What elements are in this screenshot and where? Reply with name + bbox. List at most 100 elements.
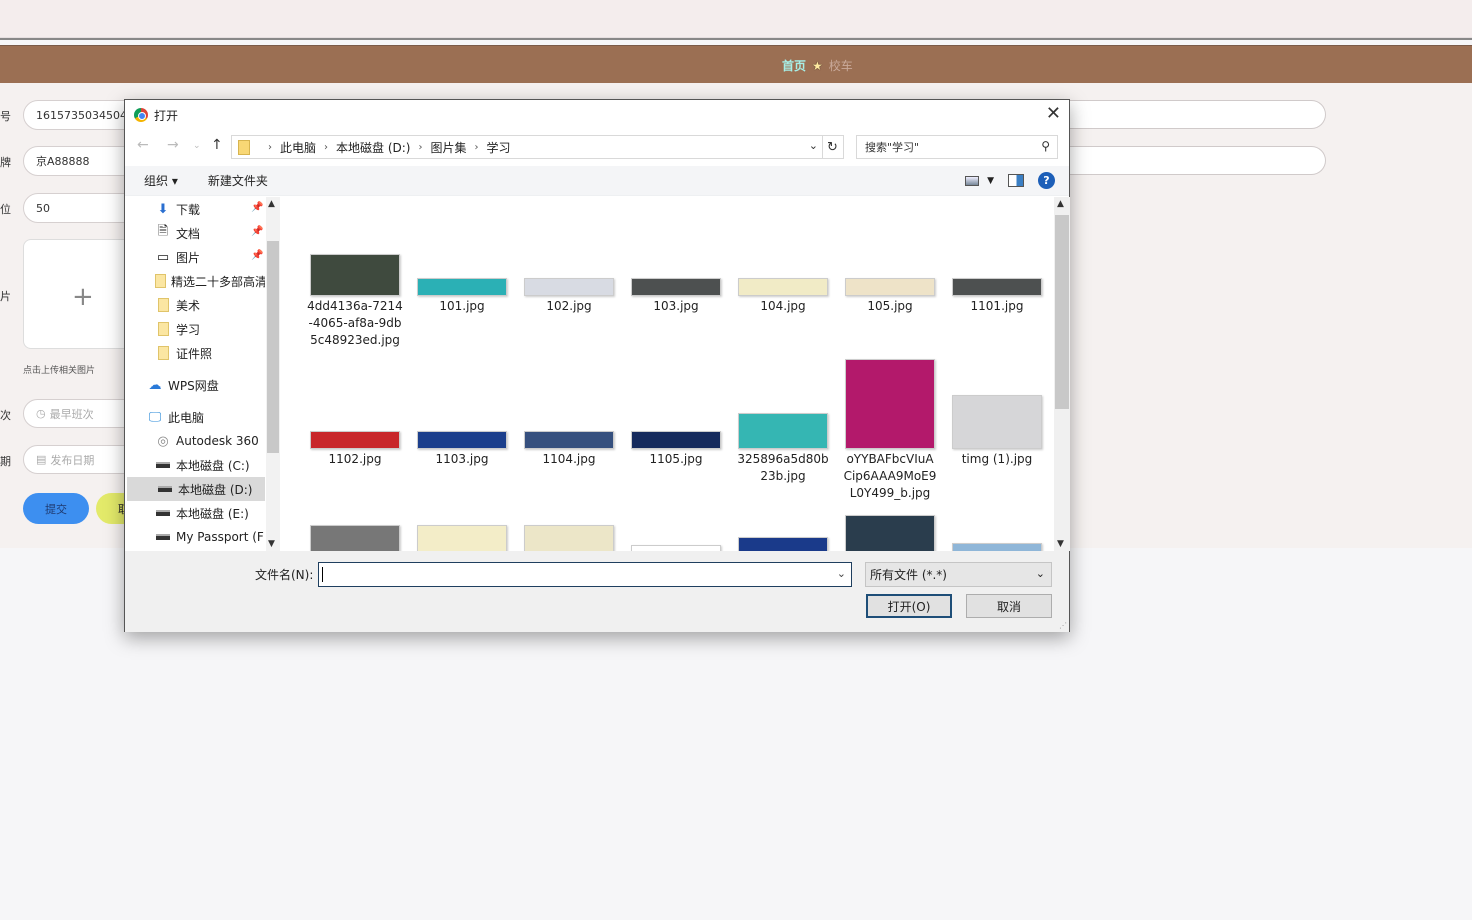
sidebar-item[interactable]: 证件照 (125, 341, 265, 365)
field-label-number: 号 (0, 110, 11, 123)
file-item[interactable]: 103.jpg (622, 278, 730, 315)
file-item[interactable]: 1104.jpg (515, 431, 623, 468)
file-item[interactable]: 105.jpg (836, 278, 944, 315)
file-item[interactable]: 1102.jpg (301, 431, 409, 468)
refresh-icon[interactable]: ↻ (822, 135, 844, 159)
nav-bus-link[interactable]: 校车 (829, 57, 853, 74)
sidebar-item[interactable]: 🖵 此电脑 (125, 405, 265, 429)
chevron-down-icon[interactable]: ⌄ (837, 567, 846, 580)
file-item[interactable]: 1105.jpg (622, 431, 730, 468)
shift-placeholder: 最早班次 (49, 407, 94, 421)
pin-icon[interactable]: 📌 (251, 250, 263, 261)
file-thumbnail (310, 254, 400, 296)
clock-icon: ◷ (36, 407, 46, 420)
view-options-button[interactable]: ▼ (965, 175, 994, 186)
upload-hint: 点击上传相关图片 (23, 366, 96, 376)
sidebar-item[interactable]: ◎ Autodesk 360 (125, 429, 265, 453)
chevron-down-icon[interactable]: ⌄ (809, 139, 818, 152)
file-list-scrollbar[interactable]: ▲ ▼ (1054, 197, 1070, 551)
breadcrumb-item[interactable]: 本地磁盘 (D:) (336, 139, 410, 156)
sidebar-item[interactable]: 精选二十多部高清 (125, 269, 265, 293)
caret-down-icon: ▼ (987, 175, 994, 186)
preview-pane-icon[interactable] (1008, 174, 1024, 187)
close-icon[interactable]: ✕ (1046, 104, 1061, 124)
file-item[interactable]: 102.jpg (515, 278, 623, 315)
scroll-up-icon[interactable]: ▲ (1057, 199, 1064, 209)
scroll-down-icon[interactable]: ▼ (268, 539, 275, 549)
cancel-button[interactable]: 取消 (966, 594, 1052, 618)
open-button[interactable]: 打开(O) (866, 594, 952, 618)
pin-icon[interactable]: 📌 (251, 202, 263, 213)
back-icon[interactable]: ← (137, 137, 149, 153)
file-item[interactable] (408, 525, 516, 551)
breadcrumb-item[interactable]: 此电脑 (280, 139, 316, 156)
forward-icon[interactable]: → (167, 137, 179, 153)
file-item[interactable]: 101.jpg (408, 278, 516, 315)
document-icon: 🗎 (157, 224, 169, 239)
sidebar-item[interactable]: 🗎 文档 📌 (125, 221, 265, 245)
sidebar-item[interactable]: My Passport (F (125, 525, 265, 549)
up-icon[interactable]: ↑ (211, 137, 223, 153)
chrome-icon (134, 108, 148, 122)
file-item[interactable]: 325896a5d80b 23b.jpg (729, 413, 837, 485)
sidebar-item[interactable]: 本地磁盘 (C:) (125, 453, 265, 477)
pin-icon[interactable]: 📌 (251, 226, 263, 237)
chevron-right-icon: › (418, 141, 423, 153)
sidebar-item[interactable]: 美术 (125, 293, 265, 317)
sidebar-item[interactable]: ▭ 图片 📌 (125, 245, 265, 269)
sidebar-item[interactable]: ⬇ 下载 📌 (125, 197, 265, 221)
file-thumbnail (845, 278, 935, 296)
sidebar-item[interactable]: ☁ WPS网盘 (125, 373, 265, 397)
file-item[interactable]: timg (1).jpg (943, 395, 1051, 468)
nav-home-link[interactable]: 首页 (782, 57, 806, 74)
plate-input-right[interactable] (1060, 146, 1326, 175)
file-item[interactable]: 1101.jpg (943, 278, 1051, 315)
nav-scroll-thumb[interactable] (267, 241, 279, 453)
breadcrumb-item[interactable]: 图片集 (430, 139, 466, 156)
sidebar-item-label: 美术 (176, 298, 201, 313)
sidebar-item[interactable]: 学习 (125, 317, 265, 341)
breadcrumb-item[interactable]: 学习 (487, 139, 511, 156)
file-thumbnail (310, 525, 400, 551)
file-item[interactable]: 4dd4136a-7214 -4065-af8a-9db 5c48923ed.jpg (301, 254, 409, 349)
filetype-select[interactable]: 所有文件 (*.*) ⌄ (865, 562, 1052, 587)
sidebar-item[interactable]: 本地磁盘 (D:) (127, 477, 265, 501)
file-item[interactable] (729, 537, 837, 551)
file-name: L0Y499_b.jpg (849, 486, 931, 500)
file-name: 325896a5d80b (737, 452, 829, 466)
scroll-up-icon[interactable]: ▲ (268, 199, 275, 209)
address-bar[interactable]: › 此电脑 › 本地磁盘 (D:) › 图片集 › 学习 ⌄ (231, 135, 823, 159)
chevron-right-icon: › (268, 141, 272, 153)
file-scroll-thumb[interactable] (1055, 215, 1069, 409)
sidebar-item-label: WPS网盘 (168, 378, 219, 393)
file-item[interactable]: 1103.jpg (408, 431, 516, 468)
scroll-down-icon[interactable]: ▼ (1057, 539, 1064, 549)
filename-input[interactable]: ⌄ (318, 562, 852, 587)
new-folder-button[interactable]: 新建文件夹 (208, 172, 268, 189)
file-thumbnail (417, 431, 507, 449)
file-item[interactable]: 104.jpg (729, 278, 837, 315)
folder-icon (155, 273, 166, 289)
sidebar-item-label: 本地磁盘 (E:) (176, 506, 249, 521)
file-name: 104.jpg (760, 299, 806, 313)
number-input-right[interactable] (1060, 100, 1326, 129)
file-item[interactable] (943, 543, 1051, 551)
resize-grip-icon[interactable]: ⋰ (1059, 621, 1067, 630)
file-item[interactable]: oYYBAFbcVIuA Cip6AAA9MoE9 L0Y499_b.jpg (836, 359, 944, 502)
submit-button[interactable]: 提交 (23, 493, 89, 524)
drive-icon (157, 481, 173, 497)
file-name: 5c48923ed.jpg (310, 333, 400, 347)
help-icon[interactable]: ? (1038, 172, 1055, 189)
sidebar-item[interactable]: 本地磁盘 (E:) (125, 501, 265, 525)
organize-button[interactable]: 组织 ▾ (144, 172, 178, 189)
file-item[interactable] (515, 525, 623, 551)
nav-scrollbar[interactable]: ▲ ▼ (266, 197, 280, 551)
file-thumbnail (631, 278, 721, 296)
file-item[interactable] (301, 525, 409, 551)
search-input[interactable]: 搜索"学习" ⚲ (856, 135, 1058, 159)
folder-icon (238, 139, 250, 155)
file-name: timg (1).jpg (961, 452, 1033, 466)
file-item[interactable] (836, 515, 944, 551)
filetype-value: 所有文件 (*.*) (870, 568, 947, 582)
recent-dropdown-icon[interactable]: ⌄ (193, 141, 201, 151)
